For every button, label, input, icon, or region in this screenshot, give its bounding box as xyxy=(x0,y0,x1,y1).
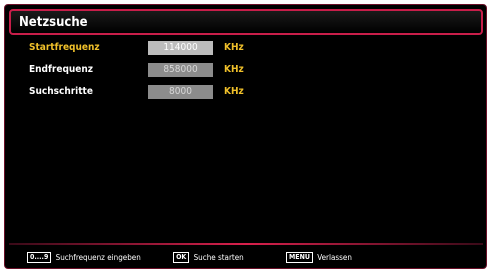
hint-exit: MENU Verlassen xyxy=(286,252,352,263)
endfrequenz-label: Endfrequenz xyxy=(29,64,94,75)
page-title: Netzsuche xyxy=(19,15,88,30)
number-keys-icon: 0....9 xyxy=(27,252,52,263)
endfrequenz-unit: KHz xyxy=(224,64,244,75)
hint-start-search: OK Suche starten xyxy=(173,252,244,263)
menu-key-icon: MENU xyxy=(286,252,313,263)
footer-hints: 0....9 Suchfrequenz eingeben OK Suche st… xyxy=(27,252,352,266)
hint-start-search-text: Suche starten xyxy=(193,253,244,262)
field-row-endfrequenz[interactable]: Endfrequenz 858000 KHz xyxy=(21,63,481,79)
hint-enter-frequency: 0....9 Suchfrequenz eingeben xyxy=(27,252,141,263)
suchschritte-unit: KHz xyxy=(224,86,244,97)
suchschritte-label: Suchschritte xyxy=(29,86,93,97)
ok-key-icon: OK xyxy=(173,252,190,263)
hint-exit-text: Verlassen xyxy=(317,253,352,262)
endfrequenz-input[interactable]: 858000 xyxy=(148,63,213,77)
tv-screen: Netzsuche Startfrequenz 114000 KHz Endfr… xyxy=(4,4,487,269)
title-bar: Netzsuche xyxy=(9,9,483,35)
field-row-suchschritte[interactable]: Suchschritte 8000 KHz xyxy=(21,85,481,101)
startfrequenz-unit: KHz xyxy=(224,42,244,53)
footer-divider xyxy=(9,243,483,245)
hint-enter-frequency-text: Suchfrequenz eingeben xyxy=(55,253,141,262)
startfrequenz-label: Startfrequenz xyxy=(29,42,100,53)
startfrequenz-input[interactable]: 114000 xyxy=(148,41,213,55)
suchschritte-input[interactable]: 8000 xyxy=(148,85,213,99)
field-row-startfrequenz[interactable]: Startfrequenz 114000 KHz xyxy=(21,41,481,57)
